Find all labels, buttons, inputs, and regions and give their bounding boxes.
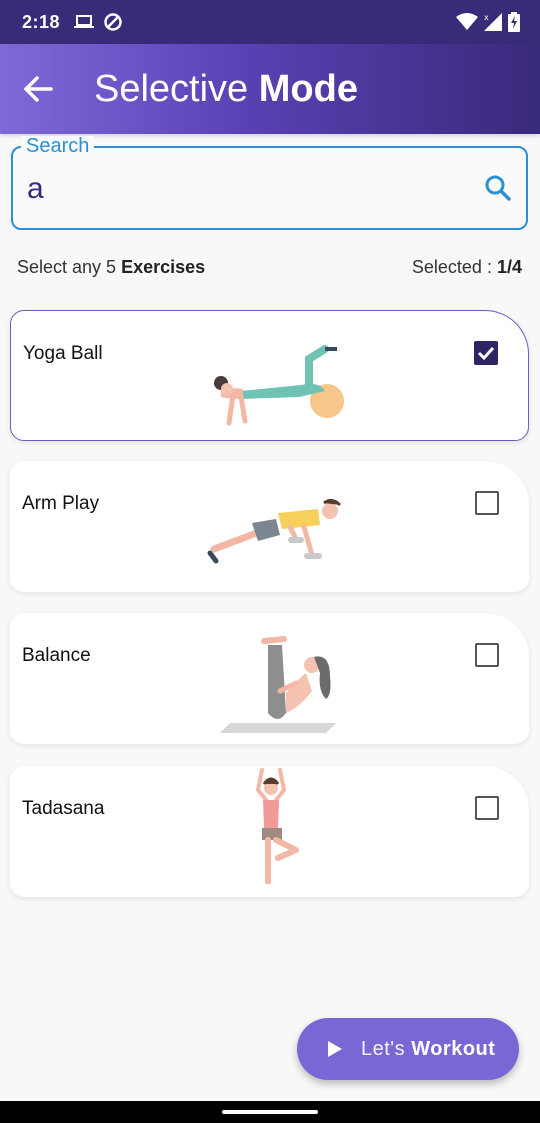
lets-workout-button[interactable]: Let's Workout	[297, 1018, 519, 1080]
selected-count: 1/4	[496, 257, 522, 277]
lets-workout-label-bold: Workout	[411, 1037, 496, 1060]
exercise-card-arm-play[interactable]: Arm Play	[10, 461, 529, 592]
yoga-ball-illustration	[214, 345, 344, 426]
wifi-icon	[456, 13, 478, 30]
app-bar: Selective Mode	[0, 44, 540, 134]
selected-prefix: Selected :	[411, 257, 492, 277]
check-icon	[477, 346, 495, 361]
balance-illustration	[220, 636, 336, 733]
search-field: Search	[11, 136, 528, 230]
title-light: Selective	[94, 68, 249, 110]
navigation-bar	[0, 1101, 540, 1123]
exercise-card-yoga-ball[interactable]: Yoga Ball	[10, 310, 529, 441]
exercise-checkbox[interactable]	[474, 341, 498, 365]
do-not-disturb-icon	[104, 13, 122, 31]
selection-info: Select any 5 Exercises Selected : 1/4	[17, 257, 522, 278]
lets-workout-label-light: Let's	[361, 1037, 406, 1060]
lets-workout-label: Let's Workout	[361, 1038, 495, 1061]
laptop-icon	[74, 15, 95, 28]
search-label: Search	[21, 136, 95, 156]
page-title: Selective Mode	[94, 70, 358, 108]
select-instruction: Select any 5 Exercises	[17, 257, 205, 278]
arm-play-illustration	[207, 498, 342, 564]
select-instruction-suffix: Exercises	[121, 257, 206, 277]
exercise-name: Arm Play	[22, 493, 100, 514]
exercise-name: Yoga Ball	[23, 343, 103, 364]
signal-icon: x	[484, 13, 502, 31]
play-icon	[328, 1041, 342, 1057]
exercise-card-tadasana[interactable]: Tadasana	[10, 766, 529, 897]
status-bar: 2:18 x	[0, 0, 540, 44]
select-instruction-prefix: Select any 5	[17, 257, 117, 277]
exercise-name: Balance	[22, 645, 91, 666]
battery-charging-icon	[508, 12, 520, 32]
tadasana-illustration	[255, 768, 299, 884]
exercise-checkbox[interactable]	[475, 643, 499, 667]
search-icon[interactable]	[484, 174, 512, 202]
exercise-card-balance[interactable]: Balance	[10, 613, 529, 744]
title-bold: Mode	[258, 68, 358, 110]
arrow-back-icon	[24, 76, 53, 102]
status-time: 2:18	[22, 11, 61, 32]
search-input[interactable]	[25, 166, 469, 212]
back-button[interactable]	[18, 69, 58, 109]
selected-counter: Selected : 1/4	[412, 257, 522, 278]
home-gesture-handle[interactable]	[222, 1110, 318, 1114]
svg-text:x: x	[484, 13, 489, 22]
exercise-checkbox[interactable]	[475, 491, 499, 515]
exercise-name: Tadasana	[22, 798, 105, 819]
exercise-checkbox[interactable]	[475, 796, 499, 820]
